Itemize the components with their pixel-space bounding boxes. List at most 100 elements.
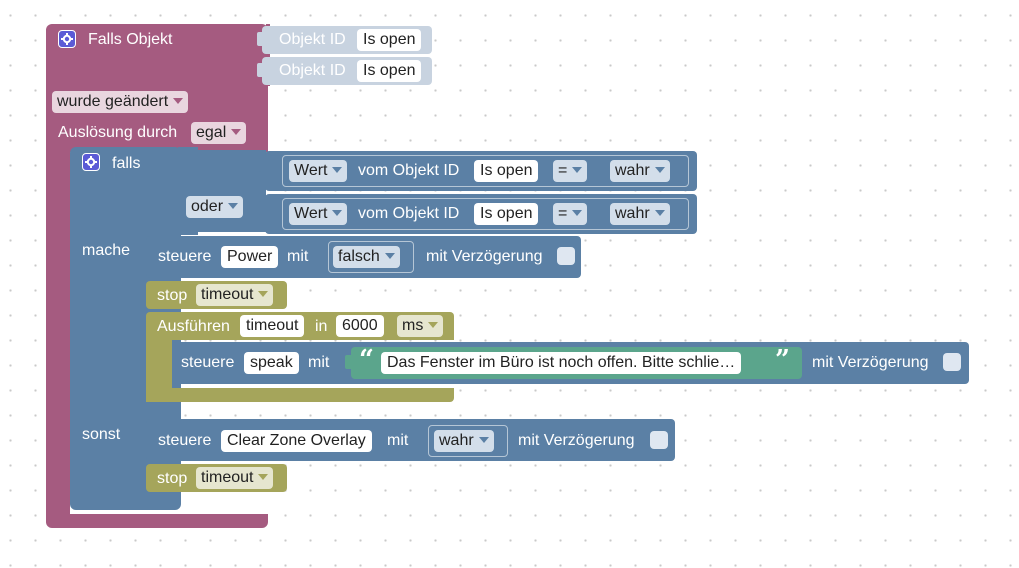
operator-dropdown[interactable]: = — [553, 160, 588, 182]
if-label: falls — [112, 155, 141, 172]
chevron-down-icon — [231, 129, 242, 135]
object-id-block-2[interactable]: Objekt ID Is open — [262, 57, 432, 85]
stop-timeout-block-1[interactable]: stop timeout — [146, 281, 287, 309]
unit-dropdown[interactable]: ms — [397, 315, 444, 337]
trigger-mode-dropdown[interactable]: wurde geändert — [52, 91, 189, 113]
with-label: mit — [387, 432, 409, 449]
delay-checkbox[interactable] — [650, 431, 668, 449]
gear-icon[interactable] — [82, 153, 100, 171]
control-clear-block[interactable]: steuere Clear Zone Overlay mit wahr mit … — [146, 419, 675, 461]
boolean-value: wahr — [615, 162, 650, 179]
trigger-by-dropdown[interactable]: egal — [191, 122, 247, 144]
chevron-down-icon — [428, 322, 439, 328]
stop-label: stop — [157, 470, 188, 487]
boolean-dropdown[interactable]: falsch — [333, 246, 400, 268]
connector-tab — [259, 158, 269, 172]
trigger-mode-value: wurde geändert — [57, 93, 169, 110]
delay-checkbox[interactable] — [557, 247, 575, 265]
boolean-value: wahr — [615, 205, 650, 222]
chevron-down-icon — [173, 98, 184, 104]
trigger-block-spine — [46, 140, 70, 516]
chevron-down-icon — [654, 167, 665, 173]
trigger-block-foot — [46, 514, 268, 528]
trigger-by-value: egal — [196, 124, 227, 141]
connector-tab — [257, 63, 267, 77]
else-label: sonst — [82, 426, 121, 443]
text-value[interactable]: Das Fenster im Büro ist noch offen. Bitt… — [381, 352, 742, 374]
control-label: steuere — [181, 354, 235, 371]
do-label: mache — [82, 242, 131, 259]
unit-value: ms — [402, 317, 424, 334]
object-id-block-1[interactable]: Objekt ID Is open — [262, 26, 432, 54]
control-label: steuere — [158, 248, 212, 265]
object-id-value[interactable]: Is open — [474, 160, 539, 182]
object-id-value[interactable]: Is open — [474, 203, 539, 225]
if-else-header-inner — [180, 150, 266, 232]
chevron-down-icon — [654, 210, 665, 216]
chevron-down-icon — [332, 210, 343, 216]
chevron-down-icon — [478, 437, 489, 443]
from-object-label: vom Objekt ID — [358, 162, 460, 179]
chevron-down-icon — [258, 474, 269, 480]
boolean-dropdown[interactable]: wahr — [610, 203, 670, 225]
property-dropdown[interactable]: Wert — [289, 203, 348, 225]
delay-label: mit Verzögerung — [812, 354, 929, 371]
chevron-down-icon — [384, 253, 395, 259]
chevron-down-icon — [228, 203, 239, 209]
boolean-dropdown[interactable]: wahr — [610, 160, 670, 182]
blockly-workspace[interactable]: { "trigger": { "title": "Falls Objekt", … — [0, 0, 1019, 568]
or-dropdown[interactable]: oder — [186, 196, 244, 218]
from-object-label: vom Objekt ID — [358, 205, 460, 222]
delay-checkbox[interactable] — [943, 353, 961, 371]
with-label: mit — [287, 248, 309, 265]
trigger-title: Falls Objekt — [88, 31, 173, 48]
text-block[interactable]: “ Das Fenster im Büro ist noch offen. Bi… — [351, 347, 802, 379]
control-speak-block[interactable]: steuere speak mit “ Das Fenster im Büro … — [172, 342, 969, 384]
connector-tab — [257, 32, 267, 46]
condition-block-1[interactable]: Wert vom Objekt ID Is open = wahr — [265, 151, 697, 191]
execute-block-foot — [146, 388, 454, 402]
control-target[interactable]: Clear Zone Overlay — [221, 430, 372, 452]
connector-tab — [345, 355, 355, 369]
delay-label: mit Verzögerung — [426, 248, 543, 265]
object-id-value[interactable]: Is open — [357, 60, 422, 82]
connector-tab — [259, 201, 269, 215]
operator-value: = — [558, 205, 568, 222]
execute-label: Ausführen — [157, 318, 230, 335]
control-label: steuere — [158, 432, 212, 449]
trigger-by-label: Auslösung durch — [58, 124, 178, 141]
in-label: in — [315, 318, 328, 335]
chevron-down-icon — [572, 210, 583, 216]
control-power-block[interactable]: steuere Power mit falsch mit Verzögerung — [146, 236, 581, 278]
timer-name[interactable]: timeout — [240, 315, 305, 337]
or-value: oder — [191, 198, 224, 215]
property-value: Wert — [294, 162, 328, 179]
property-value: Wert — [294, 205, 328, 222]
boolean-value: wahr — [439, 432, 474, 449]
control-target[interactable]: speak — [244, 352, 299, 374]
object-id-value[interactable]: Is open — [357, 29, 422, 51]
boolean-dropdown[interactable]: wahr — [434, 430, 494, 452]
timeout-dropdown[interactable]: timeout — [196, 284, 274, 306]
object-id-label: Objekt ID — [279, 31, 346, 48]
chevron-down-icon — [572, 167, 583, 173]
timeout-value: timeout — [201, 286, 254, 303]
delay-label: mit Verzögerung — [518, 432, 635, 449]
boolean-value: falsch — [338, 248, 380, 265]
timeout-value: timeout — [201, 469, 254, 486]
gear-icon[interactable] — [58, 30, 76, 48]
chevron-down-icon — [258, 291, 269, 297]
chevron-down-icon — [332, 167, 343, 173]
stop-timeout-block-2[interactable]: stop timeout — [146, 464, 287, 492]
property-dropdown[interactable]: Wert — [289, 160, 348, 182]
with-label: mit — [308, 354, 330, 371]
operator-dropdown[interactable]: = — [553, 203, 588, 225]
object-id-label: Objekt ID — [279, 62, 346, 79]
timer-amount[interactable]: 6000 — [336, 315, 384, 337]
stop-label: stop — [157, 287, 188, 304]
timeout-dropdown[interactable]: timeout — [196, 467, 274, 489]
control-target[interactable]: Power — [221, 246, 279, 268]
open-quote-icon: “ — [359, 345, 374, 375]
execute-timeout-block[interactable]: Ausführen timeout in 6000 ms — [146, 312, 454, 340]
condition-block-2[interactable]: Wert vom Objekt ID Is open = wahr — [265, 194, 697, 234]
